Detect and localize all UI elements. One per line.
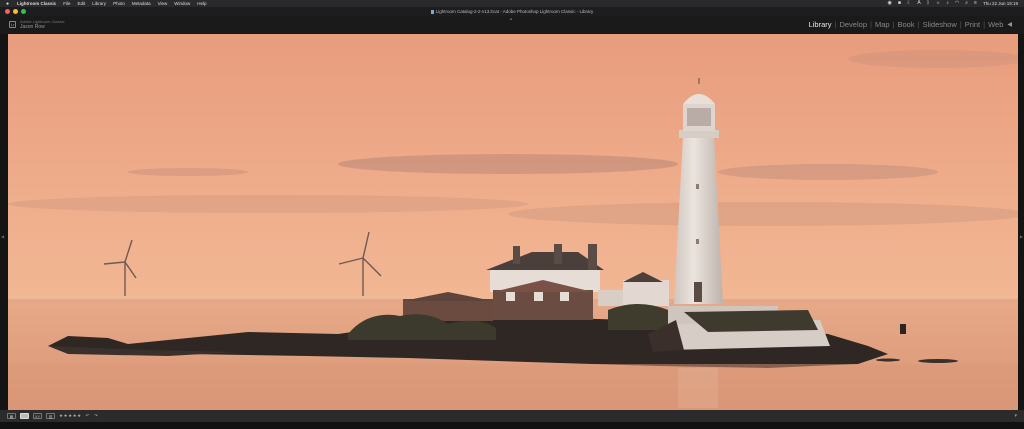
menu-library[interactable]: Library	[92, 0, 106, 7]
menu-lightroom-classic[interactable]: Lightroom Classic	[17, 0, 56, 7]
module-library[interactable]: Library	[809, 20, 832, 29]
menu-window[interactable]: Window	[174, 0, 190, 7]
menu-help[interactable]: Help	[197, 0, 206, 7]
module-slideshow[interactable]: Slideshow	[923, 20, 957, 29]
right-panel-toggle-icon[interactable]: ▶	[1020, 234, 1023, 239]
grid-view-icon[interactable]: ▦	[7, 413, 16, 419]
window-title-text: Lightroom Catalog-2-2-v13.lrcat - Adobe …	[0, 7, 1024, 16]
menu-bar-status-area: ◉ ■ ☾ A ᛒ ☼ ♪ ◠ ⌕ ≡ Thu 22 Jun 19:19	[888, 0, 1024, 7]
text-input-icon[interactable]: A	[917, 0, 920, 7]
fullscreen-window-button[interactable]	[21, 9, 26, 14]
module-web[interactable]: Web	[988, 20, 1003, 29]
toolbar-options-icon[interactable]: ▾	[1014, 413, 1017, 419]
window-controls	[5, 9, 26, 14]
rotate-right-icon[interactable]: ↷	[94, 413, 98, 419]
minimize-window-button[interactable]	[13, 9, 18, 14]
focus-icon[interactable]: ☾	[907, 0, 911, 7]
bluetooth-icon[interactable]: ᛒ	[927, 0, 930, 7]
brightness-icon[interactable]: ☼	[936, 0, 941, 7]
loupe-photo-lighthouse[interactable]	[8, 34, 1018, 410]
module-map[interactable]: Map	[875, 20, 890, 29]
module-print[interactable]: Print	[965, 20, 980, 29]
lightroom-logo-icon: Lr	[9, 21, 16, 28]
search-icon[interactable]: ⌕	[965, 0, 968, 7]
window-title: Lightroom Catalog-2-2-v13.lrcat - Adobe …	[435, 9, 594, 14]
apple-menu-icon[interactable]: ●	[4, 1, 11, 7]
menu-bar-clock[interactable]: Thu 22 Jun 19:19	[983, 1, 1018, 6]
menu-photo[interactable]: Photo	[113, 0, 125, 7]
stop-icon[interactable]: ■	[898, 0, 901, 7]
macos-menu-bar: ● Lightroom Classic File Edit Library Ph…	[0, 0, 1024, 7]
menu-metadata[interactable]: Metadata	[132, 0, 151, 7]
panel-toggle-arrow-icon[interactable]: ◀	[1007, 21, 1012, 28]
menu-edit[interactable]: Edit	[78, 0, 86, 7]
loupe-view-icon[interactable]	[20, 413, 29, 419]
screen-record-icon[interactable]: ◉	[888, 0, 892, 7]
module-book[interactable]: Book	[898, 20, 915, 29]
left-panel-toggle-icon[interactable]: ◀	[1, 234, 4, 239]
control-center-icon[interactable]: ≡	[974, 0, 977, 7]
rotate-left-icon[interactable]: ↶	[86, 413, 90, 419]
wifi-icon[interactable]: ◠	[955, 0, 959, 7]
survey-view-icon[interactable]: ▥	[46, 413, 55, 419]
bottom-filmstrip-toggle-bar	[0, 422, 1024, 429]
identity-plate-name: Jason Row	[20, 24, 45, 30]
module-develop[interactable]: Develop	[839, 20, 867, 29]
library-toolbar: ▦ XY ▥ ★★★★★ ↶ ↷ ▾	[0, 410, 1024, 422]
volume-icon[interactable]: ♪	[946, 0, 949, 7]
loupe-view-area: ◀ ▶	[0, 34, 1024, 410]
top-panel-toggle-icon[interactable]: ▲	[509, 16, 513, 21]
document-icon	[430, 9, 434, 14]
menu-view[interactable]: View	[158, 0, 168, 7]
close-window-button[interactable]	[5, 9, 10, 14]
window-title-bar: Lightroom Catalog-2-2-v13.lrcat - Adobe …	[0, 7, 1024, 16]
identity-plate[interactable]: Adobe Lightroom Classic Jason Row	[20, 19, 64, 30]
menu-file[interactable]: File	[63, 0, 70, 7]
compare-view-icon[interactable]: XY	[33, 413, 42, 419]
module-picker: Library | Develop | Map | Book | Slideshow | …	[808, 20, 1012, 29]
rating-stars[interactable]: ★★★★★	[59, 413, 82, 419]
